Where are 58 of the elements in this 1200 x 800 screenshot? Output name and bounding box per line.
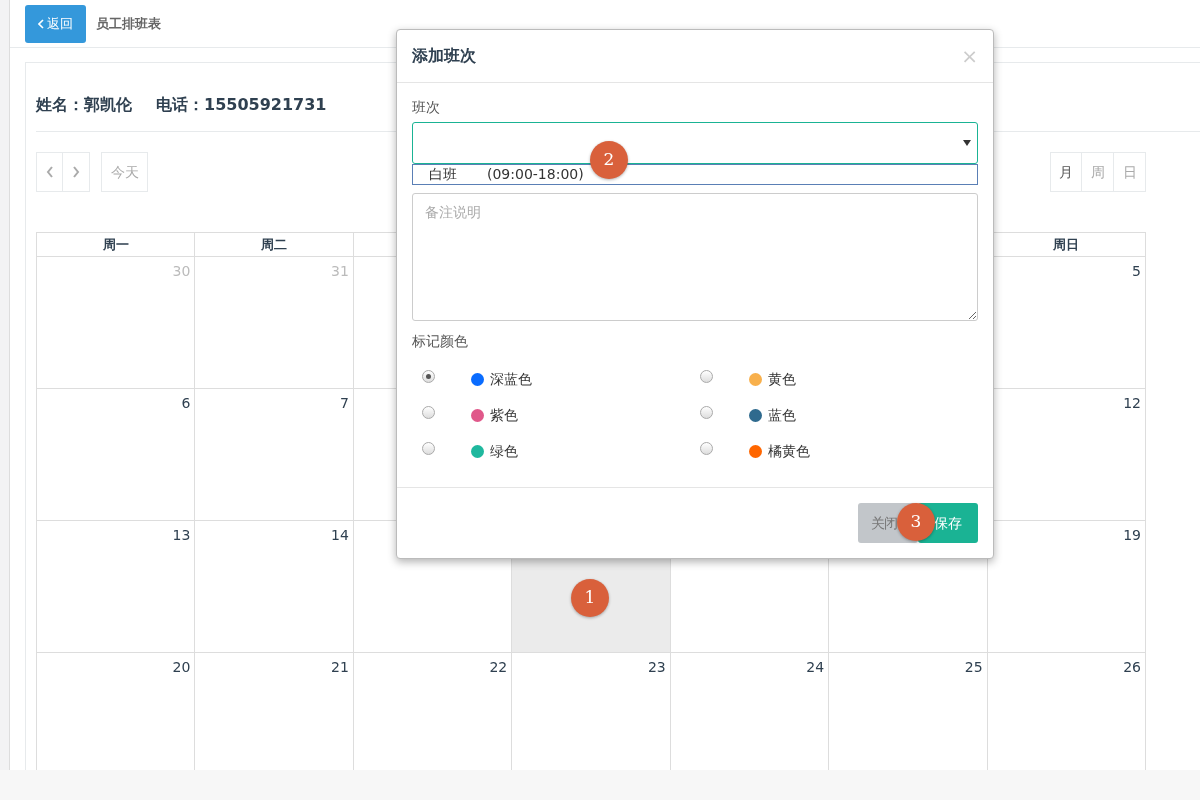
- calendar-cell[interactable]: 6: [37, 389, 196, 521]
- calendar-cell[interactable]: 26: [987, 653, 1146, 770]
- chevron-left-icon: [45, 166, 54, 178]
- radio-button[interactable]: [700, 441, 713, 455]
- day-number: 13: [172, 527, 191, 543]
- calendar-cell[interactable]: 23: [512, 653, 671, 770]
- day-number: 22: [489, 659, 508, 675]
- calendar-cell[interactable]: 24: [670, 653, 830, 770]
- employee-name: 姓名：郭凯伦: [36, 94, 132, 116]
- note-field[interactable]: 备注说明: [412, 193, 978, 321]
- calendar-cell[interactable]: 21: [195, 653, 354, 770]
- day-number: 6: [181, 395, 191, 411]
- shift-select[interactable]: [412, 122, 978, 164]
- chevron-right-icon: [72, 166, 80, 178]
- weekday-header: 周日: [1053, 237, 1080, 252]
- calendar-cell[interactable]: 20: [37, 653, 196, 770]
- prev-button[interactable]: [36, 152, 63, 192]
- view-tab[interactable]: 月: [1050, 152, 1082, 192]
- option-label: 黄色: [768, 369, 796, 389]
- radio-button[interactable]: [422, 441, 435, 455]
- employee-phone: 电话：15505921731: [156, 94, 327, 116]
- radio-button[interactable]: [700, 369, 713, 383]
- option-label: 紫色: [490, 405, 518, 425]
- day-number: 24: [806, 659, 825, 675]
- day-number: 26: [1123, 659, 1141, 675]
- option-label: 橘黄色: [768, 441, 810, 461]
- day-number: 20: [172, 659, 191, 675]
- option-label: 深蓝色: [490, 369, 532, 389]
- radio-button[interactable]: [422, 369, 435, 383]
- page-title: 员工排班表: [96, 14, 161, 33]
- day-number: 25: [964, 659, 983, 675]
- radio-button[interactable]: [422, 405, 435, 419]
- day-number: 14: [331, 527, 349, 543]
- calendar-cell[interactable]: 7: [195, 389, 354, 521]
- option-label: 绿色: [490, 441, 518, 461]
- dropdown-option[interactable]: 白班 (09:00-18:00): [412, 164, 978, 185]
- day-number: 30: [172, 263, 191, 279]
- calendar-cell[interactable]: 13: [37, 521, 196, 653]
- calendar-cell[interactable]: 25: [829, 653, 988, 770]
- chevron-left-icon: [38, 18, 44, 29]
- weekday-header: 周一: [102, 237, 129, 252]
- next-button[interactable]: [63, 152, 90, 192]
- calendar-cell[interactable]: 14: [195, 521, 354, 653]
- day-number: 23: [647, 659, 666, 675]
- field-label: 标记颜色: [412, 332, 469, 351]
- day-number: 5: [1132, 263, 1141, 279]
- day-number: 31: [331, 263, 349, 279]
- day-number: 12: [1123, 395, 1141, 411]
- day-number: 7: [339, 395, 349, 411]
- calendar-cell[interactable]: 22: [353, 653, 513, 770]
- field-label: 班次: [412, 98, 441, 117]
- radio-button[interactable]: [700, 405, 713, 419]
- dialog-title: 添加班次: [412, 45, 476, 67]
- day-number: 19: [1123, 527, 1141, 543]
- option-label: 蓝色: [768, 405, 796, 425]
- caret-down-icon: [963, 140, 971, 146]
- day-number: 21: [331, 659, 349, 675]
- weekday-header: 周二: [261, 237, 288, 252]
